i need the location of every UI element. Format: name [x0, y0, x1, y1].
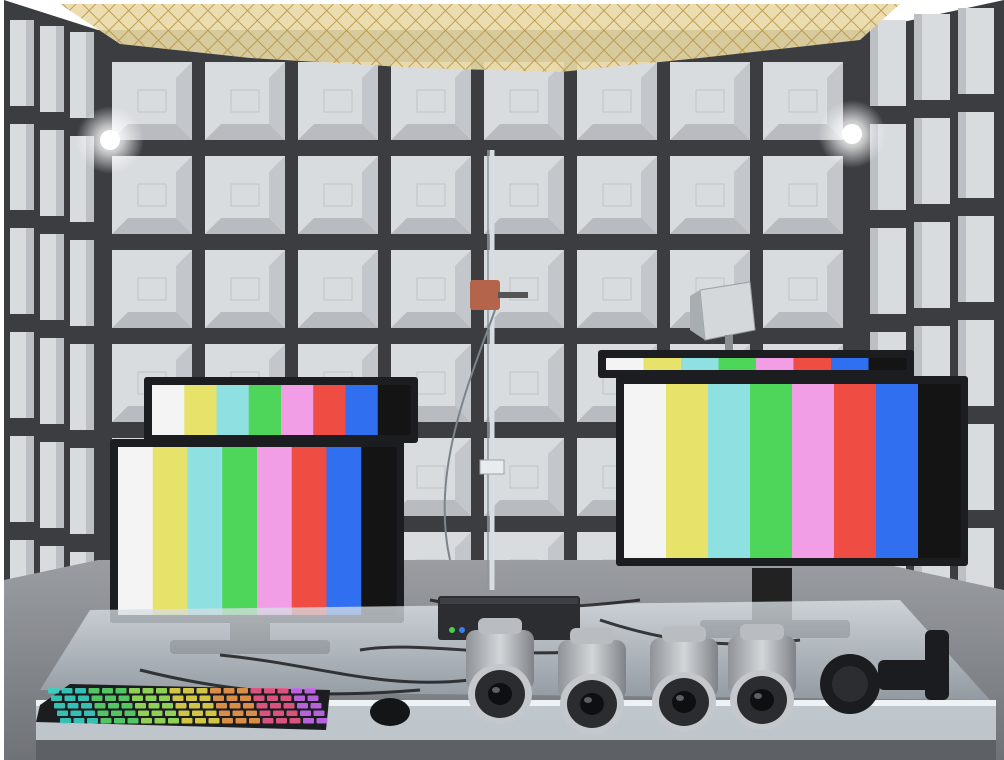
color-bar	[281, 385, 314, 435]
keyboard	[36, 684, 330, 730]
monitor-left-back	[144, 377, 418, 443]
monitor-right-front	[616, 376, 968, 566]
color-bar	[118, 447, 154, 615]
color-bar	[248, 385, 282, 435]
color-bar	[377, 385, 411, 435]
color-bar	[291, 447, 327, 615]
monitor-right-back	[598, 350, 914, 378]
color-bar	[216, 385, 250, 435]
color-bar	[708, 384, 751, 558]
bullet-camera	[466, 618, 534, 724]
monitor-left-front	[110, 439, 404, 623]
color-bar	[326, 447, 362, 615]
bullet-camera	[558, 628, 626, 734]
color-bar	[313, 385, 346, 435]
color-bar	[184, 385, 217, 435]
color-bar	[681, 358, 719, 370]
bullet-camera	[728, 624, 796, 730]
color-bar	[361, 447, 397, 615]
color-bar	[834, 384, 877, 558]
mouse	[370, 698, 410, 726]
color-bar	[831, 358, 869, 370]
color-bar	[793, 358, 832, 370]
color-bar	[750, 384, 793, 558]
bullet-camera	[650, 626, 718, 732]
color-bar	[624, 384, 667, 558]
color-bar	[666, 384, 709, 558]
color-bar	[152, 385, 185, 435]
color-bar	[876, 384, 919, 558]
color-bar	[868, 358, 907, 370]
color-bar	[187, 447, 223, 615]
color-bar	[345, 385, 379, 435]
anechoic-chamber-photo	[0, 0, 1004, 760]
photo-canvas	[4, 0, 1004, 760]
color-bar	[606, 358, 644, 370]
color-bar	[643, 358, 682, 370]
color-bar	[792, 384, 835, 558]
color-bar	[152, 447, 188, 615]
color-bar	[222, 447, 258, 615]
color-bar	[918, 384, 961, 558]
color-bar	[718, 358, 757, 370]
color-bar	[257, 447, 293, 615]
color-bar	[756, 358, 794, 370]
